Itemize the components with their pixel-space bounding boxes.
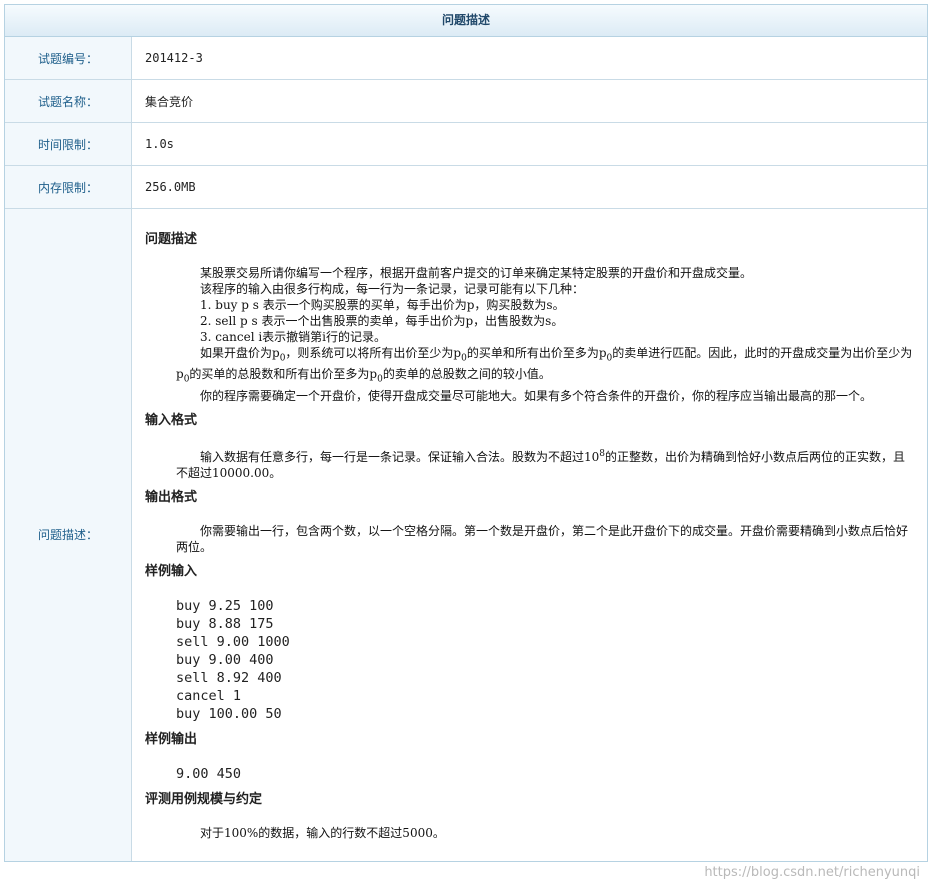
description-label: 问题描述：: [5, 207, 132, 861]
time-limit-label: 时间限制：: [5, 122, 132, 166]
constraints-text: 对于100%的数据，输入的行数不超过5000。: [200, 825, 445, 840]
problem-body: 某股票交易所请你编写一个程序，根据开盘前客户提交的订单来确定某特定股票的开盘价和…: [176, 265, 915, 404]
problem-line: 该程序的输入由很多行构成，每一行为一条记录，记录可能有以下几种：: [200, 282, 585, 296]
section-title-sample-output: 样例输出: [145, 731, 198, 747]
section-title-output-format: 输出格式: [145, 489, 198, 505]
code-line: sell 9.00 1000: [176, 633, 290, 650]
sample-output-code: 9.00 450: [176, 765, 915, 783]
code-line: cancel 1: [176, 687, 242, 704]
problem-line: 2. sell p s 表示一个出售股票的卖单，每手出价为p，出售股数为s。: [200, 314, 564, 328]
input-format-body: 输入数据有任意多行，每一行是一条记录。保证输入合法。股数为不超过108的正整数，…: [176, 446, 915, 481]
table-row: 试题名称： 集合竞价: [5, 79, 927, 123]
problem-p0-paragraph: 如果开盘价为p0，则系统可以将所有出价至少为p0的买单和所有出价至多为p0的卖单…: [176, 345, 915, 388]
text-span: 的买单和所有出价至多为p: [466, 346, 607, 360]
table-row: 试题编号： 201412-3: [5, 37, 927, 80]
text-span: 如果开盘价为p: [200, 346, 280, 360]
problem-line: 3. cancel i表示撤销第i行的记录。: [200, 330, 387, 344]
problem-name-label: 试题名称：: [5, 79, 132, 123]
table-row: 时间限制： 1.0s: [5, 122, 927, 166]
problem-line: 某股票交易所请你编写一个程序，根据开盘前客户提交的订单来确定某特定股票的开盘价和…: [200, 266, 753, 280]
problem-id-label: 试题编号：: [5, 37, 132, 80]
problem-id-value: 201412-3: [131, 37, 927, 80]
page-header: 问题描述: [5, 5, 927, 37]
problem-line: 1. buy p s 表示一个购买股票的买单，每手出价为p，购买股数为s。: [200, 298, 565, 312]
description-content: 问题描述 某股票交易所请你编写一个程序，根据开盘前客户提交的订单来确定某特定股票…: [131, 207, 927, 861]
constraints-body: 对于100%的数据，输入的行数不超过5000。: [176, 825, 915, 841]
memory-limit-value: 256.0MB: [131, 165, 927, 209]
problem-line: 你的程序需要确定一个开盘价，使得开盘成交量尽可能地大。如果有多个符合条件的开盘价…: [200, 388, 873, 403]
input-format-text: 输入数据有任意多行，每一行是一条记录。保证输入合法。股数为不超过108的正整数，…: [176, 446, 915, 481]
table-row: 内存限制： 256.0MB: [5, 165, 927, 209]
section-title-constraints: 评测用例规模与约定: [145, 791, 263, 807]
text-span: ，则系统可以将所有出价至少为p: [285, 346, 462, 360]
memory-limit-label: 内存限制：: [5, 165, 132, 209]
code-line: buy 100.00 50: [176, 705, 282, 722]
section-title-sample-input: 样例输入: [145, 563, 198, 579]
sample-input-code: buy 9.25 100 buy 8.88 175 sell 9.00 1000 bu…: [176, 597, 915, 723]
section-title-input-format: 输入格式: [145, 412, 198, 428]
problem-name-value: 集合竞价: [131, 79, 927, 123]
code-line: buy 8.88 175: [176, 615, 274, 632]
code-line: buy 9.00 400: [176, 651, 274, 668]
problem-info-table: 试题编号： 201412-3 试题名称： 集合竞价 时间限制： 1.0s 内存限…: [5, 37, 927, 861]
code-line: sell 8.92 400: [176, 669, 282, 686]
output-format-body: 你需要输出一行，包含两个数，以一个空格分隔。第一个数是开盘价，第二个是此开盘价下…: [176, 523, 915, 555]
code-line: buy 9.25 100: [176, 597, 274, 614]
table-row: 问题描述： 问题描述 某股票交易所请你编写一个程序，根据开盘前客户提交的订单来确…: [5, 207, 927, 861]
text-span: 的卖单的总股数之间的较小值。: [382, 367, 551, 382]
text-span: 输入数据有任意多行，每一行是一条记录。保证输入合法。股数为不超过10: [200, 449, 600, 464]
watermark: https://blog.csdn.net/richenyunqi: [704, 865, 920, 880]
text-span: 的买单的总股数和所有出价至多为p: [189, 367, 378, 382]
output-format-text: 你需要输出一行，包含两个数，以一个空格分隔。第一个数是开盘价，第二个是此开盘价下…: [176, 523, 909, 554]
time-limit-value: 1.0s: [131, 122, 927, 166]
section-title-problem: 问题描述: [145, 232, 198, 247]
problem-frame: 问题描述 试题编号： 201412-3 试题名称： 集合竞价 时间限制： 1.0…: [4, 4, 928, 862]
code-line: 9.00 450: [176, 765, 242, 782]
